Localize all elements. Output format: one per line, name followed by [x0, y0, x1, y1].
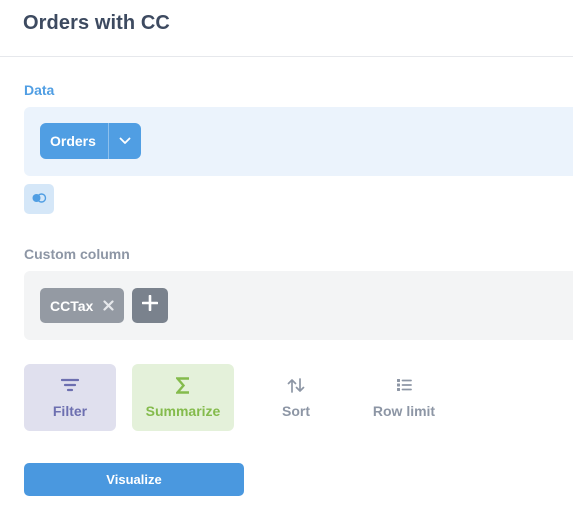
filter-button[interactable]: Filter: [24, 364, 116, 431]
sort-button[interactable]: Sort: [250, 364, 342, 431]
custom-column-label[interactable]: CCTax: [40, 298, 98, 314]
summarize-label: Summarize: [145, 403, 221, 419]
sort-icon: [250, 376, 342, 394]
close-icon[interactable]: [98, 296, 118, 316]
custom-column-pill[interactable]: CCTax: [40, 288, 124, 323]
page-title: Orders with CC: [23, 12, 170, 34]
sort-label: Sort: [282, 403, 310, 419]
filter-label: Filter: [52, 403, 88, 419]
data-section-label: Data: [24, 82, 55, 98]
add-custom-column-button[interactable]: [132, 288, 168, 323]
plus-icon: [141, 294, 159, 316]
join-data-button[interactable]: [24, 184, 54, 214]
custom-column-section-label: Custom column: [24, 246, 130, 262]
data-source-label[interactable]: Orders: [40, 133, 108, 149]
list-icon: [358, 376, 450, 394]
data-source-pill[interactable]: Orders: [40, 123, 141, 159]
chevron-down-icon[interactable]: [109, 123, 141, 159]
sigma-icon: [132, 376, 234, 394]
visualize-button[interactable]: Visualize: [24, 463, 244, 496]
row-limit-button[interactable]: Row limit: [358, 364, 450, 431]
filter-icon: [24, 376, 116, 394]
row-limit-label: Row limit: [372, 403, 436, 419]
summarize-button[interactable]: Summarize: [132, 364, 234, 431]
data-step-panel: Orders: [24, 107, 573, 176]
join-icon: [31, 190, 47, 208]
page-header: Orders with CC: [0, 0, 573, 57]
custom-column-step-panel: CCTax: [24, 271, 573, 340]
